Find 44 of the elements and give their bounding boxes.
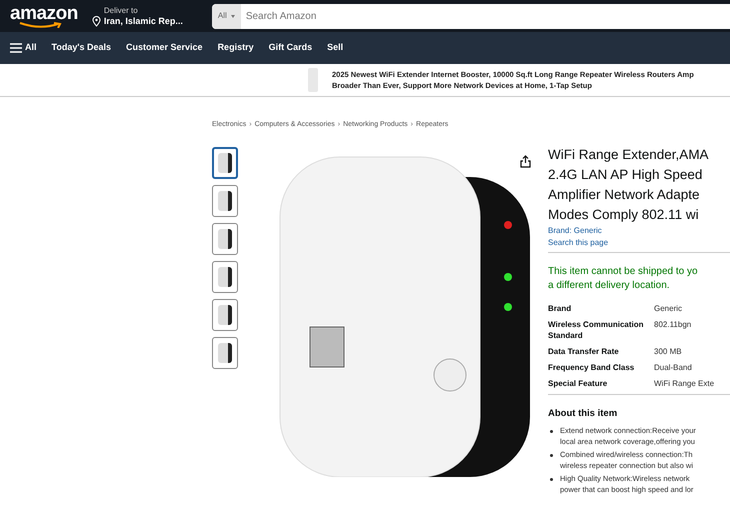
brand-link[interactable]: Brand: Generic: [548, 225, 730, 236]
smile-icon: [18, 22, 64, 28]
nav-link[interactable]: Today's Deals: [52, 41, 112, 55]
product-title: WiFi Range Extender,AMA: [548, 147, 710, 164]
all-menu-button[interactable]: All: [10, 41, 37, 55]
location-pin-icon: [92, 16, 101, 27]
spec-value: 300 MB: [654, 346, 683, 357]
spec-label: Special Feature: [548, 378, 608, 389]
spec-value: Generic: [654, 303, 684, 314]
spec-label: Brand: [548, 303, 572, 314]
search-page-link[interactable]: Search this page: [548, 236, 730, 249]
about-heading: About this item: [548, 408, 618, 419]
menu-icon: [10, 43, 22, 53]
shipping-notice: This item cannot be shipped to yo: [548, 265, 699, 279]
spec-label: Wireless Communication Standard: [548, 319, 645, 341]
thumbnail[interactable]: [212, 185, 238, 217]
share-icon[interactable]: [520, 155, 531, 168]
spec-value: Dual-Band: [654, 362, 693, 373]
thumbnail[interactable]: [212, 261, 238, 293]
search-field[interactable]: All Search Amazon: [212, 4, 730, 28]
spec-value: 802.11bgn: [654, 319, 692, 331]
category-dropdown[interactable]: All: [212, 4, 241, 28]
spec-value: WiFi Range Exte: [654, 378, 716, 389]
spec-label: Frequency Band Class: [548, 362, 636, 373]
product-title: Amplifier Network Adapte: [548, 186, 701, 204]
product-title: 2.4G LAN AP High Speed: [548, 166, 704, 184]
thumbnail[interactable]: [212, 223, 238, 255]
shipping-notice: a different delivery location.: [548, 279, 671, 293]
logo[interactable]: amazon: [10, 4, 78, 24]
thumbnail[interactable]: [212, 337, 238, 369]
nav-link[interactable]: Customer Service: [126, 41, 203, 55]
product-title: Modes Comply 802.11 wi: [548, 206, 700, 224]
spec-label: Data Transfer Rate: [548, 346, 620, 357]
thumbnail[interactable]: [212, 147, 238, 179]
nav-link[interactable]: Registry: [218, 41, 254, 55]
bullet-icon: [550, 478, 553, 481]
caret-icon: [230, 14, 235, 18]
deliver-location[interactable]: Iran, Islamic Rep...: [104, 16, 183, 27]
nav-link[interactable]: Gift Cards: [268, 41, 312, 55]
bullet-icon: [550, 430, 553, 433]
nav-link[interactable]: Sell: [327, 41, 344, 55]
bullet-icon: [550, 454, 553, 457]
deliver-label: Deliver to: [104, 5, 139, 16]
thumbnail[interactable]: [212, 299, 238, 331]
